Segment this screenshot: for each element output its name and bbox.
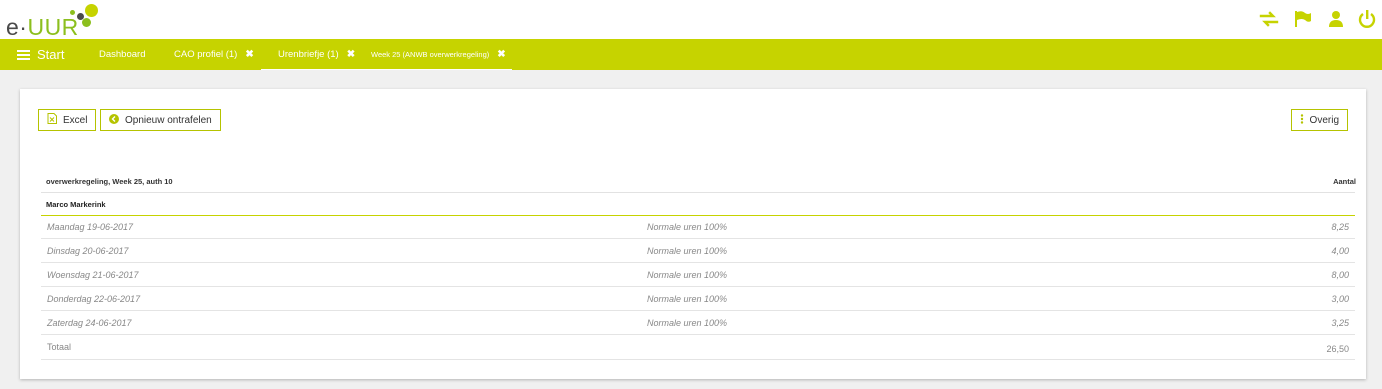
more-vertical-icon: [1300, 113, 1304, 127]
logo[interactable]: e·UUR: [6, 4, 106, 40]
tab-label: Urenbriefje (1): [278, 48, 339, 60]
divider: [41, 192, 1355, 193]
row-amount: 8,25: [1331, 222, 1349, 232]
other-menu-button[interactable]: Overig: [1290, 109, 1348, 131]
flag-icon[interactable]: [1292, 8, 1314, 30]
tab-urenbriefje[interactable]: Urenbriefje (1) ✖: [261, 39, 373, 70]
total-label: Totaal: [47, 342, 72, 352]
unravel-again-button[interactable]: Opnieuw ontrafelen: [100, 109, 221, 131]
tab-dashboard[interactable]: Dashboard: [99, 39, 145, 70]
power-icon[interactable]: [1356, 8, 1378, 30]
row-hour-type: Normale uren 100%: [647, 318, 728, 328]
row-day: Woensdag 21-06-2017: [47, 270, 139, 280]
tab-label: CAO profiel (1): [174, 49, 238, 60]
excel-label: Excel: [63, 114, 88, 126]
table-row: Woensdag 21-06-2017 Normale uren 100% 8,…: [41, 264, 1355, 287]
row-amount: 3,00: [1331, 294, 1349, 304]
report-panel: Excel Opnieuw ontrafelen Overig overwerk…: [20, 89, 1366, 379]
top-bar: e·UUR: [0, 0, 1382, 40]
file-excel-icon: [47, 113, 57, 127]
close-icon[interactable]: ✖: [245, 49, 253, 60]
logo-prefix: e·: [6, 14, 28, 40]
switch-arrows-icon[interactable]: [1258, 8, 1280, 30]
table-title: overwerkregeling, Week 25, auth 10: [46, 177, 173, 186]
row-day: Zaterdag 24-06-2017: [47, 318, 132, 328]
tab-label: Dashboard: [99, 49, 146, 60]
other-label: Overig: [1309, 114, 1339, 126]
table-row: Zaterdag 24-06-2017 Normale uren 100% 3,…: [41, 312, 1355, 335]
row-hour-type: Normale uren 100%: [647, 246, 728, 256]
row-amount: 8,00: [1331, 270, 1349, 280]
row-amount: 3,25: [1331, 318, 1349, 328]
row-hour-type: Normale uren 100%: [647, 270, 728, 280]
nav-bar: Start Dashboard CAO profiel (1) ✖ Urenbr…: [0, 39, 1382, 70]
table-row: Dinsdag 20-06-2017 Normale uren 100% 4,0…: [41, 240, 1355, 263]
row-day: Dinsdag 20-06-2017: [47, 246, 129, 256]
row-amount: 4,00: [1331, 246, 1349, 256]
table-header: overwerkregeling, Week 25, auth 10 Aanta…: [46, 177, 1356, 192]
user-icon[interactable]: [1325, 8, 1347, 30]
employee-name: Marco Markerink: [46, 200, 106, 209]
total-amount: 26,50: [1326, 344, 1349, 354]
hamburger-icon: [17, 49, 30, 60]
column-header-amount: Aantal: [1333, 177, 1356, 186]
row-hour-type: Normale uren 100%: [647, 294, 728, 304]
tab-cao-profiel[interactable]: CAO profiel (1) ✖: [174, 39, 254, 70]
start-menu-button[interactable]: Start: [17, 39, 64, 70]
logo-dot: [85, 4, 98, 17]
logo-dot: [82, 18, 91, 27]
row-hour-type: Normale uren 100%: [647, 222, 728, 232]
row-day: Donderdag 22-06-2017: [47, 294, 141, 304]
close-icon[interactable]: ✖: [347, 49, 355, 60]
table-row: Donderdag 22-06-2017 Normale uren 100% 3…: [41, 288, 1355, 311]
excel-button[interactable]: Excel: [38, 109, 97, 131]
total-row: Totaal 26,50: [41, 338, 1355, 360]
table-row: Maandag 19-06-2017 Normale uren 100% 8,2…: [41, 216, 1355, 239]
unravel-label: Opnieuw ontrafelen: [125, 114, 212, 126]
row-day: Maandag 19-06-2017: [47, 222, 134, 232]
tab-week-25[interactable]: Week 25 (ANWB overwerkregeling) ✖: [365, 39, 512, 70]
back-circle-icon: [109, 113, 119, 127]
logo-text: e·UUR: [6, 14, 79, 41]
tab-label: Week 25 (ANWB overwerkregeling): [371, 49, 490, 59]
start-label: Start: [37, 47, 65, 62]
close-icon[interactable]: ✖: [497, 49, 505, 60]
logo-name: UUR: [27, 14, 79, 40]
